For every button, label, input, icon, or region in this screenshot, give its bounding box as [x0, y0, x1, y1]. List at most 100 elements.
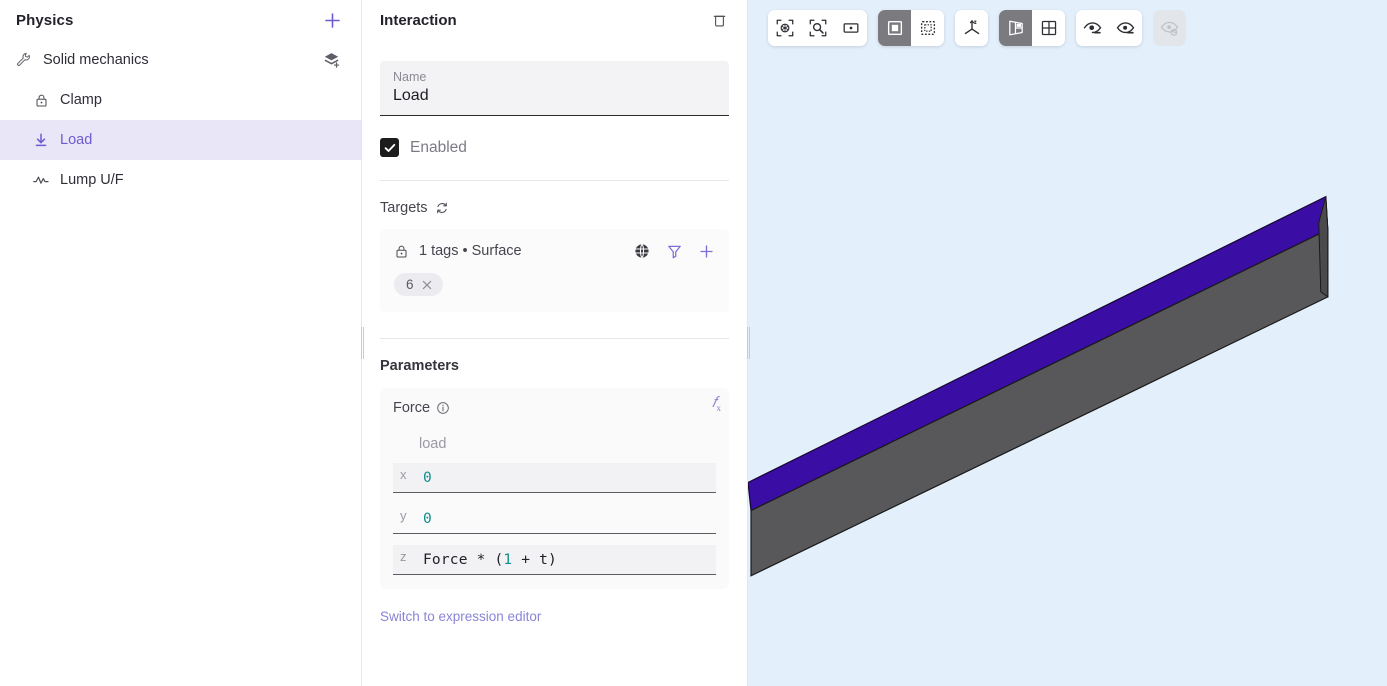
- globe-button[interactable]: [633, 242, 651, 260]
- interaction-inspector-panel: Interaction Name Load Enabled Targets 1 …: [362, 0, 748, 686]
- force-info-button[interactable]: [436, 401, 450, 415]
- remove-target-chip-button[interactable]: [421, 279, 433, 291]
- targets-actions: [633, 242, 715, 260]
- display-mode-group: [999, 10, 1065, 46]
- force-x-value: 0: [423, 470, 432, 486]
- force-y-row[interactable]: y 0: [393, 504, 716, 534]
- fx-icon: 𝑓x: [711, 395, 721, 413]
- enabled-label: Enabled: [410, 138, 467, 156]
- close-icon: [422, 280, 431, 289]
- sidebar-item-clamp[interactable]: Clamp: [0, 80, 361, 120]
- lock-icon: [394, 244, 409, 259]
- zoom-window-icon: [843, 23, 858, 33]
- sidebar-header: Physics: [0, 0, 361, 40]
- plus-icon: [700, 244, 713, 258]
- targets-card: 1 tags • Surface 6: [380, 229, 729, 312]
- lock-icon: [31, 90, 51, 110]
- grid-mesh-icon: [1041, 20, 1056, 36]
- force-y-input[interactable]: 0: [423, 504, 716, 527]
- sidebar-splitter[interactable]: [357, 0, 368, 686]
- reset-visibility-group: [1153, 10, 1186, 46]
- add-target-button[interactable]: [698, 243, 715, 260]
- refresh-icon: [436, 202, 447, 214]
- name-field-label: Name: [393, 70, 427, 84]
- section-divider: [380, 180, 729, 181]
- target-chip-label: 6: [406, 277, 414, 292]
- fx-expression-button[interactable]: 𝑓x: [712, 394, 721, 413]
- force-label: Force: [393, 400, 431, 416]
- sidebar-item-lump-uf[interactable]: Lump U/F: [0, 160, 361, 200]
- inspector-body: Name Load Enabled Targets 1 tags • Surfa…: [362, 61, 747, 624]
- inspector-title: Interaction: [380, 11, 457, 29]
- delete-interaction-button[interactable]: [707, 8, 731, 32]
- force-x-axis-label: x: [400, 467, 407, 482]
- trash-icon: [713, 15, 725, 27]
- targets-section-title: Targets: [380, 200, 729, 216]
- zoom-selection-icon: [809, 19, 826, 37]
- name-field[interactable]: Name Load: [380, 61, 729, 116]
- force-z-axis-label: z: [400, 549, 407, 564]
- target-chip[interactable]: 6: [394, 273, 443, 296]
- add-layer-icon: [323, 52, 339, 68]
- name-input[interactable]: Load: [393, 87, 716, 105]
- force-label-row: Force: [393, 400, 716, 416]
- refresh-targets-button[interactable]: [435, 201, 449, 215]
- reset-visibility-button[interactable]: [1153, 10, 1186, 46]
- sidebar-item-load[interactable]: Load: [0, 120, 361, 160]
- parameters-title-text: Parameters: [380, 358, 459, 374]
- sidebar-item-label: Load: [60, 132, 93, 148]
- reset-visibility-icon: [1160, 21, 1179, 36]
- beam-side-face[interactable]: [750, 228, 1329, 577]
- download-arrow-icon: [31, 130, 51, 150]
- force-z-row[interactable]: z Force * (1 + t): [393, 545, 716, 575]
- force-y-axis-label: y: [400, 508, 407, 523]
- hide-element-button[interactable]: [1076, 10, 1109, 46]
- force-z-input[interactable]: Force * (1 + t): [423, 545, 716, 568]
- select-box-icon: [920, 20, 935, 36]
- fit-all-button[interactable]: [768, 10, 801, 46]
- force-z-token-0: Force * (: [423, 552, 504, 568]
- add-layer-button[interactable]: [319, 48, 343, 72]
- filter-icon: [668, 245, 681, 258]
- beam-top-face[interactable]: [748, 195, 1329, 512]
- force-parameter-card: 𝑓x Force load x 0 y 0 z Force * (1 + t): [380, 388, 729, 589]
- enabled-row: Enabled: [380, 138, 729, 157]
- parameters-divider: [380, 338, 729, 339]
- axes-triad-button[interactable]: [955, 10, 988, 46]
- force-x-input[interactable]: 0: [423, 463, 716, 486]
- force-subname: load: [419, 436, 447, 452]
- splitter-grip: [746, 327, 751, 359]
- select-box-button[interactable]: [911, 10, 944, 46]
- select-single-icon: [887, 20, 902, 36]
- enabled-checkbox[interactable]: [380, 138, 399, 157]
- show-element-button[interactable]: [1109, 10, 1142, 46]
- zoom-window-button[interactable]: [834, 10, 867, 46]
- switch-to-expression-editor-link[interactable]: Switch to expression editor: [380, 609, 729, 624]
- physics-sidebar: Physics Solid mechanics Clamp Load Lump …: [0, 0, 362, 686]
- sidebar-item-label: Clamp: [60, 92, 102, 108]
- check-icon: [384, 143, 395, 152]
- targets-summary-row: 1 tags • Surface: [394, 242, 715, 260]
- app-root: Physics Solid mechanics Clamp Load Lump …: [0, 0, 1387, 686]
- cantilever-beam-model[interactable]: [748, 0, 1387, 686]
- inspector-splitter[interactable]: [743, 0, 754, 686]
- force-z-token-2: + t): [512, 552, 557, 568]
- zoom-selection-button[interactable]: [801, 10, 834, 46]
- add-physics-button[interactable]: [319, 7, 345, 33]
- view-fit-group: [768, 10, 867, 46]
- grid-mesh-button[interactable]: [1032, 10, 1065, 46]
- info-icon: [437, 402, 449, 414]
- select-single-button[interactable]: [878, 10, 911, 46]
- surface-shaded-button[interactable]: [999, 10, 1032, 46]
- hide-element-icon: [1083, 21, 1102, 33]
- axis-group: [955, 10, 988, 46]
- inspector-header: Interaction: [362, 0, 747, 40]
- 3d-viewport[interactable]: [748, 0, 1387, 686]
- filter-button[interactable]: [666, 243, 683, 260]
- axes-triad-icon: [964, 20, 979, 35]
- pulse-wave-icon: [31, 170, 51, 190]
- sidebar-item-solid-mechanics[interactable]: Solid mechanics: [0, 40, 361, 80]
- force-x-row[interactable]: x 0: [393, 463, 716, 493]
- fit-all-icon: [776, 19, 793, 37]
- surface-shaded-icon: [1008, 20, 1023, 36]
